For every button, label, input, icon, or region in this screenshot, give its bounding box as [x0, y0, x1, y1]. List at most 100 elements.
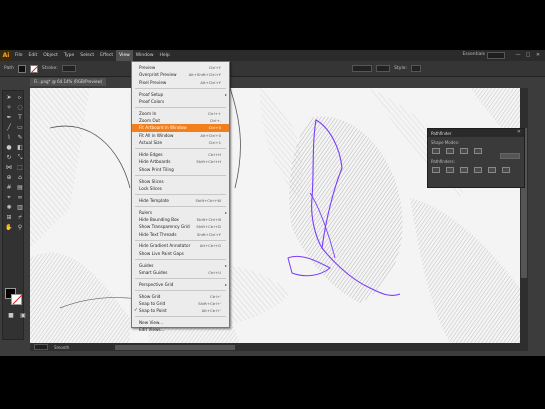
intersect-icon[interactable] [460, 148, 468, 154]
artboard-tool-icon[interactable]: ⊞ [4, 213, 14, 222]
panel-tab-pathfinder[interactable]: Pathfinder [431, 131, 452, 136]
type-tool-icon[interactable]: T [15, 113, 25, 122]
menu-item-fit-artboard-in-window[interactable]: Fit Artboard in Window Ctrl+0 [132, 124, 229, 132]
menu-object[interactable]: Object [40, 50, 61, 61]
shape-builder-tool-icon[interactable]: ⊕ [4, 173, 14, 182]
eraser-tool-icon[interactable]: ◧ [15, 143, 25, 152]
stroke-color-box[interactable] [11, 294, 22, 305]
color-mode-icon[interactable]: ■ [6, 311, 16, 320]
blob-brush-tool-icon[interactable]: ● [4, 143, 14, 152]
divide-icon[interactable] [432, 167, 440, 173]
stroke-swatch[interactable] [29, 64, 38, 73]
pencil-tool-icon[interactable]: ✎ [15, 133, 25, 142]
menu-item-show-transparency-grid[interactable]: Show Transparency Grid Shift+Ctrl+D [132, 223, 229, 230]
selection-tool-icon[interactable]: ➤ [4, 93, 14, 102]
magic-wand-tool-icon[interactable]: ✧ [4, 103, 14, 112]
menu-item-hide-artboards[interactable]: Hide Artboards Shift+Ctrl+H [132, 158, 229, 165]
zoom-level-field[interactable] [34, 344, 48, 350]
stroke-weight-field[interactable] [61, 65, 76, 72]
menu-item-show-slices[interactable]: Show Slices [132, 178, 229, 185]
fill-stroke-swatches[interactable] [5, 288, 23, 306]
close-button[interactable]: ✕ [535, 52, 541, 58]
direct-selection-tool-icon[interactable]: ▹ [15, 93, 25, 102]
crop-icon[interactable] [474, 167, 482, 173]
menu-item-hide-template[interactable]: Hide Template Shift+Ctrl+W [132, 197, 229, 204]
menu-item-rulers[interactable]: Rulers ▸ [132, 209, 229, 216]
menu-item-perspective-grid[interactable]: Perspective Grid ▸ [132, 281, 229, 288]
maximize-button[interactable]: □ [525, 52, 531, 58]
rectangle-tool-icon[interactable]: ▭ [15, 123, 25, 132]
menu-item-guides[interactable]: Guides ▸ [132, 262, 229, 269]
menu-window[interactable]: Window [133, 50, 157, 61]
graphic-style-swatch[interactable] [411, 65, 421, 72]
hand-tool-icon[interactable]: ✋ [4, 223, 14, 232]
symbol-sprayer-tool-icon[interactable]: ✺ [4, 203, 14, 212]
unite-icon[interactable] [432, 148, 440, 154]
menu-file[interactable]: File [12, 50, 26, 61]
slice-tool-icon[interactable]: ⌿ [15, 213, 25, 222]
graph-tool-icon[interactable]: ▥ [15, 203, 25, 212]
menu-edit[interactable]: Edit [26, 50, 41, 61]
line-tool-icon[interactable]: ╱ [4, 123, 14, 132]
menu-item-show-grid[interactable]: Show Grid Ctrl+' [132, 293, 229, 300]
gradient-tool-icon[interactable]: ▤ [15, 183, 25, 192]
menu-item-zoom-in[interactable]: Zoom In Ctrl++ [132, 110, 229, 117]
expand-button[interactable] [500, 153, 520, 159]
blend-tool-icon[interactable]: ∞ [15, 193, 25, 202]
menu-item-new-view[interactable]: New View... [132, 319, 229, 326]
menu-effect[interactable]: Effect [97, 50, 116, 61]
menu-type[interactable]: Type [61, 50, 77, 61]
menu-item-overprint-preview[interactable]: Overprint Preview Alt+Shift+Ctrl+Y [132, 71, 229, 78]
search-input[interactable] [487, 52, 505, 59]
perspective-grid-tool-icon[interactable]: ⌂ [15, 173, 25, 182]
paintbrush-tool-icon[interactable]: ⌇ [4, 133, 14, 142]
horizontal-scroll-thumb[interactable] [115, 344, 236, 350]
artboard-canvas[interactable] [30, 88, 520, 343]
menu-item-hide-gradient-annotator[interactable]: Hide Gradient Annotator Alt+Ctrl+G [132, 242, 229, 249]
menu-item-hide-bounding-box[interactable]: Hide Bounding Box Shift+Ctrl+B [132, 216, 229, 223]
menu-item-preview[interactable]: Preview Ctrl+Y [132, 64, 229, 71]
menu-view[interactable]: View [116, 50, 133, 61]
menu-help[interactable]: Help [157, 50, 173, 61]
menu-item-proof-colors[interactable]: Proof Colors [132, 98, 229, 105]
menu-item-actual-size[interactable]: Actual Size Ctrl+1 [132, 139, 229, 146]
menu-item-snap-to-point[interactable]: ✓ Snap to Point Alt+Ctrl+' [132, 307, 229, 314]
pen-tool-icon[interactable]: ✒ [4, 113, 14, 122]
lasso-tool-icon[interactable]: ◌ [15, 103, 25, 112]
brush-definition-dropdown[interactable] [352, 65, 373, 72]
outline-icon[interactable] [488, 167, 496, 173]
menu-item-zoom-out[interactable]: Zoom Out Ctrl+- [132, 117, 229, 124]
menu-item-show-live-paint-gaps[interactable]: Show Live Paint Gaps [132, 250, 229, 257]
menu-item-smart-guides[interactable]: Smart Guides Ctrl+U [132, 269, 229, 276]
menu-item-edit-views[interactable]: Edit Views... [132, 326, 229, 333]
menu-item-fit-all-in-window[interactable]: Fit All in Window Alt+Ctrl+0 [132, 132, 229, 139]
merge-icon[interactable] [460, 167, 468, 173]
width-tool-icon[interactable]: ⋈ [4, 163, 14, 172]
menu-item-snap-to-grid[interactable]: Snap to Grid Shift+Ctrl+' [132, 300, 229, 307]
fill-swatch[interactable] [17, 64, 26, 73]
menu-item-proof-setup[interactable]: Proof Setup ▸ [132, 91, 229, 98]
menu-item-hide-text-threads[interactable]: Hide Text Threads Shift+Ctrl+Y [132, 231, 229, 238]
workspace-switcher[interactable]: Essentials [462, 52, 485, 57]
opacity-field[interactable] [376, 65, 391, 72]
rotate-tool-icon[interactable]: ↻ [4, 153, 14, 162]
panel-close-icon[interactable]: ✕ [517, 129, 521, 135]
minus-front-icon[interactable] [446, 148, 454, 154]
eyedropper-tool-icon[interactable]: ⌖ [4, 193, 14, 202]
mesh-tool-icon[interactable]: # [4, 183, 14, 192]
free-transform-tool-icon[interactable]: ⬚ [15, 163, 25, 172]
menu-item-hide-edges[interactable]: Hide Edges Ctrl+H [132, 151, 229, 158]
menu-item-lock-slices[interactable]: Lock Slices [132, 185, 229, 192]
vertical-scrollbar[interactable] [520, 88, 528, 343]
exclude-icon[interactable] [474, 148, 482, 154]
menu-item-show-print-tiling[interactable]: Show Print Tiling [132, 166, 229, 173]
scale-tool-icon[interactable]: ⤡ [15, 153, 25, 162]
minimize-button[interactable]: — [515, 52, 521, 58]
menu-item-pixel-preview[interactable]: Pixel Preview Alt+Ctrl+Y [132, 79, 229, 86]
screen-mode-icon[interactable]: ▣ [18, 311, 28, 320]
minus-back-icon[interactable] [502, 167, 510, 173]
trim-icon[interactable] [446, 167, 454, 173]
zoom-tool-icon[interactable]: ⚲ [15, 223, 25, 232]
document-tab[interactable]: Fi...png* @ 64.14% (RGB/Preview) [30, 78, 107, 86]
menu-select[interactable]: Select [77, 50, 97, 61]
